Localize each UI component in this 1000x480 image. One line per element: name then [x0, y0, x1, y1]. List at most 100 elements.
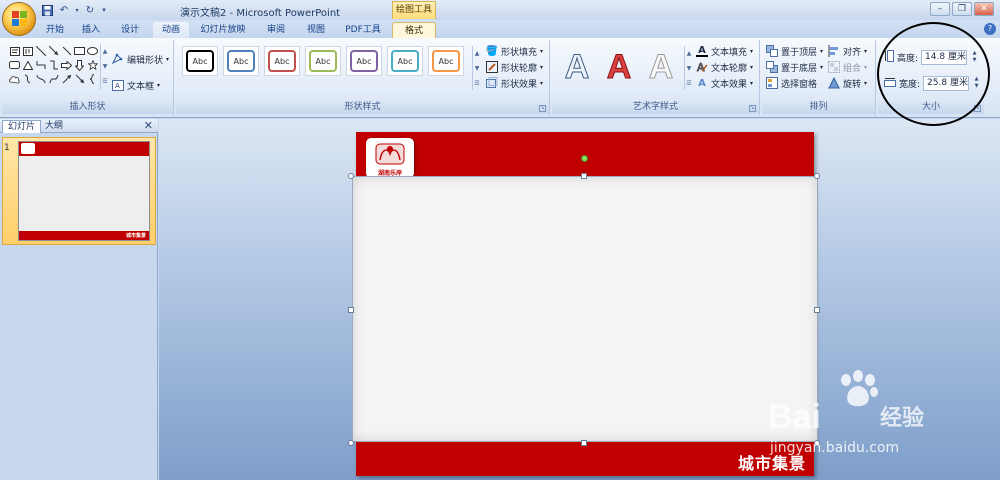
- shape-styles-launcher-icon[interactable]: ↘: [539, 105, 546, 112]
- scroll-up-icon[interactable]: ▲: [101, 44, 109, 59]
- styles-gallery-more-icon[interactable]: ☰: [473, 76, 481, 91]
- tab-slides[interactable]: 幻灯片: [2, 120, 42, 133]
- selected-picture-frame[interactable]: [352, 176, 818, 442]
- oval-shape-icon[interactable]: [86, 44, 99, 58]
- minimize-button[interactable]: –: [930, 2, 950, 16]
- wordart-gallery-more-icon[interactable]: ☰: [685, 76, 693, 91]
- triangle-shape-icon[interactable]: [21, 58, 34, 72]
- undo-dropdown-icon[interactable]: ▾: [74, 3, 80, 17]
- tab-animations[interactable]: 动画: [153, 22, 189, 38]
- wordart-scroll-up-icon[interactable]: ▲: [685, 46, 693, 61]
- cloud-shape-icon[interactable]: [8, 72, 21, 86]
- styles-gallery-scroll[interactable]: ▲ ▼ ☰: [472, 46, 481, 90]
- resize-handle-right[interactable]: [814, 307, 820, 313]
- tab-pdf-tools[interactable]: PDF工具: [340, 22, 386, 38]
- slide-thumbnail[interactable]: 城市集景: [18, 141, 150, 241]
- wordart-style-2[interactable]: A: [600, 46, 638, 88]
- curved-connector-shape-icon[interactable]: [34, 72, 47, 86]
- wordart-launcher-icon[interactable]: ↘: [749, 105, 756, 112]
- wordart-style-3[interactable]: A: [642, 46, 680, 88]
- rectangle-shape-icon[interactable]: [73, 44, 86, 58]
- tab-view[interactable]: 视图: [298, 22, 334, 38]
- tab-outline[interactable]: 大纲: [40, 120, 68, 133]
- scroll-down-icon[interactable]: ▼: [101, 59, 109, 74]
- slide[interactable]: 湖南乐岸 城市集景: [352, 132, 818, 476]
- shape-fill-button[interactable]: 🪣 形状填充 ▾: [486, 44, 543, 58]
- shape-style-preset-3[interactable]: Abc: [264, 46, 300, 76]
- arrow-line-shape-icon[interactable]: [47, 44, 60, 58]
- text-effects-button[interactable]: A 文本效果 ▾: [696, 76, 753, 90]
- styles-scroll-down-icon[interactable]: ▼: [473, 61, 481, 76]
- restore-button[interactable]: ❐: [952, 2, 972, 16]
- shape-outline-button[interactable]: 形状轮廓 ▾: [486, 60, 543, 74]
- edit-shape-button[interactable]: 编辑形状 ▾: [112, 52, 169, 66]
- selection-pane-button[interactable]: 选择窗格: [766, 76, 817, 90]
- right-arrow-shape-icon[interactable]: [60, 58, 73, 72]
- text-box-button[interactable]: A 文本框 ▾: [112, 78, 160, 92]
- wordart-scroll-down-icon[interactable]: ▼: [685, 61, 693, 76]
- resize-handle-top[interactable]: [581, 173, 587, 179]
- resize-handle-top-left[interactable]: [348, 173, 354, 179]
- diagonal-arrow-down-shape-icon[interactable]: [73, 72, 86, 86]
- group-button[interactable]: 组合 ▾: [828, 60, 867, 74]
- office-button[interactable]: [2, 2, 36, 36]
- height-input[interactable]: 14.8 厘米: [921, 49, 968, 65]
- shapes-gallery-scroll[interactable]: ▲ ▼ ☰: [100, 44, 109, 90]
- resize-handle-left[interactable]: [348, 307, 354, 313]
- resize-handle-bottom-left[interactable]: [348, 440, 354, 446]
- curve-arrow-shape-icon[interactable]: [21, 72, 34, 86]
- shapes-gallery[interactable]: [8, 44, 100, 90]
- redo-icon[interactable]: ↻: [83, 3, 97, 17]
- customize-qat-icon[interactable]: ▾: [100, 3, 108, 17]
- height-spinner[interactable]: ▲ ▼: [970, 50, 979, 65]
- resize-handle-bottom-right[interactable]: [814, 440, 820, 446]
- shape-style-preset-4[interactable]: Abc: [305, 46, 341, 76]
- text-fill-button[interactable]: A 文本填充 ▾: [696, 44, 753, 58]
- shape-style-preset-6[interactable]: Abc: [387, 46, 423, 76]
- align-button[interactable]: 对齐 ▾: [828, 44, 867, 58]
- tab-slideshow[interactable]: 幻灯片放映: [194, 22, 252, 38]
- double-arrow-shape-icon[interactable]: [60, 44, 73, 58]
- slide-logo[interactable]: 湖南乐岸: [366, 138, 414, 178]
- resize-handle-bottom[interactable]: [581, 440, 587, 446]
- star-shape-icon[interactable]: [86, 58, 99, 72]
- vertical-textbox-shape-icon[interactable]: [21, 44, 34, 58]
- tab-design[interactable]: 设计: [112, 22, 148, 38]
- tab-insert[interactable]: 插入: [76, 22, 106, 38]
- elbow-connector-shape-icon[interactable]: [34, 58, 47, 72]
- diagonal-arrow-shape-icon[interactable]: [60, 72, 73, 86]
- close-button[interactable]: ✕: [974, 2, 994, 16]
- line-shape-icon[interactable]: [34, 44, 47, 58]
- resize-handle-top-right[interactable]: [814, 173, 820, 179]
- tab-format[interactable]: 格式: [392, 22, 436, 38]
- bring-to-front-button[interactable]: 置于顶层 ▾: [766, 44, 823, 58]
- send-to-back-button[interactable]: 置于底层 ▾: [766, 60, 823, 74]
- rounded-rect-shape-icon[interactable]: [8, 58, 21, 72]
- help-icon[interactable]: ?: [984, 23, 996, 35]
- save-icon[interactable]: [40, 3, 54, 17]
- textbox-shape-icon[interactable]: [8, 44, 21, 58]
- down-arrow-shape-icon[interactable]: [73, 58, 86, 72]
- tab-home[interactable]: 开始: [38, 22, 72, 38]
- gallery-more-icon[interactable]: ☰: [101, 74, 109, 89]
- pane-close-icon[interactable]: ✕: [144, 119, 153, 132]
- wordart-gallery-scroll[interactable]: ▲ ▼ ☰: [684, 46, 693, 90]
- rotate-button[interactable]: 旋转 ▾: [828, 76, 867, 90]
- wordart-style-1[interactable]: A: [558, 46, 596, 88]
- width-spinner[interactable]: ▲ ▼: [972, 76, 981, 91]
- size-launcher-icon[interactable]: ↘: [974, 105, 981, 112]
- tab-review[interactable]: 审阅: [258, 22, 294, 38]
- shape-style-preset-2[interactable]: Abc: [223, 46, 259, 76]
- shape-style-preset-7[interactable]: Abc: [428, 46, 464, 76]
- elbow-arrow-shape-icon[interactable]: [47, 58, 60, 72]
- width-input[interactable]: 25.8 厘米: [923, 75, 970, 91]
- brace-shape-icon[interactable]: [86, 72, 99, 86]
- text-outline-button[interactable]: A 文本轮廓 ▾: [696, 60, 753, 74]
- rotation-handle[interactable]: [581, 155, 588, 162]
- shape-effects-button[interactable]: 形状效果 ▾: [486, 76, 543, 90]
- shape-style-preset-5[interactable]: Abc: [346, 46, 382, 76]
- undo-icon[interactable]: ↶: [57, 3, 71, 17]
- shape-style-preset-1[interactable]: Abc: [182, 46, 218, 76]
- curve-shape-icon[interactable]: [47, 72, 60, 86]
- styles-scroll-up-icon[interactable]: ▲: [473, 46, 481, 61]
